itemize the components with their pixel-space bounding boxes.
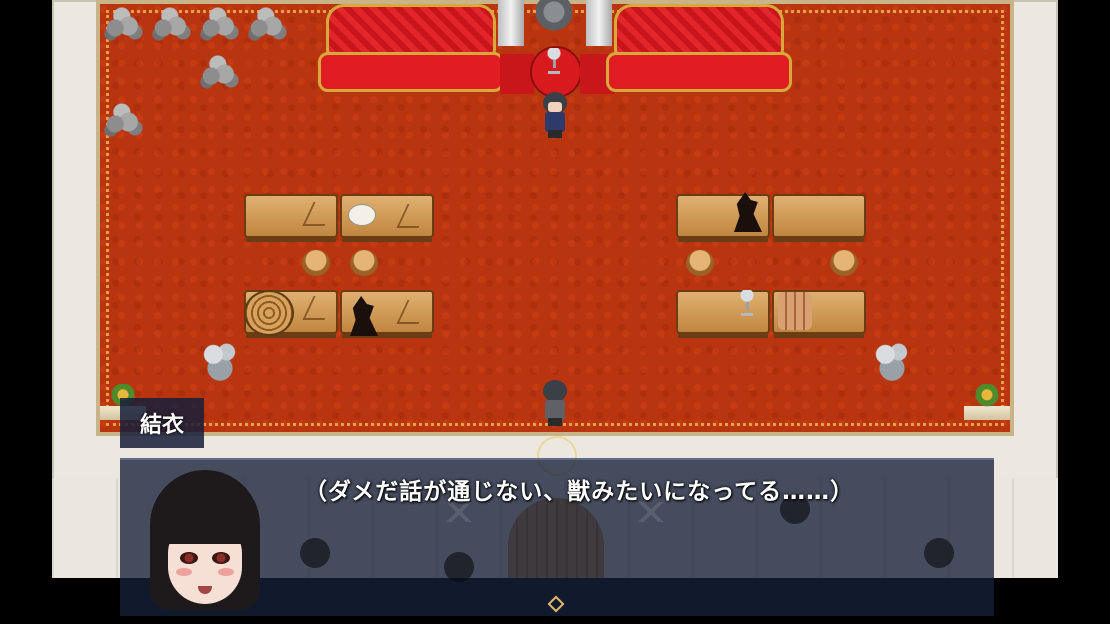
stool: [830, 250, 858, 276]
rock-pile-icon: [150, 2, 194, 42]
wooden-table: [244, 194, 338, 242]
goblet-icon: [740, 290, 754, 316]
wooden-table: [772, 194, 866, 242]
rock-pile-icon: [102, 98, 146, 138]
goblet-icon: [547, 48, 561, 74]
red-sofa-left: [318, 4, 504, 94]
next-page-cursor-icon: [547, 595, 565, 613]
wall-emblem-icon: [444, 552, 474, 582]
stool: [350, 250, 378, 276]
rock-pile-icon: [198, 50, 242, 90]
wall-emblem-icon: [924, 538, 954, 568]
wall-emblem-icon: [300, 538, 330, 568]
rubble-icon: [198, 336, 242, 382]
flower-planter-icon: [964, 384, 1010, 420]
red-runner-left: [500, 54, 534, 94]
teapot-icon: [348, 204, 376, 226]
rock-pile-icon: [246, 2, 290, 42]
wooden-tub-icon: [244, 290, 294, 336]
npc-character[interactable]: [538, 92, 572, 138]
game-scene: （ダメだ話が通じない、獣みたいになってる……） 結衣: [0, 0, 1110, 624]
scrolls-icon: [778, 292, 812, 330]
wooden-table: [676, 290, 770, 338]
stool: [686, 250, 714, 276]
speaker-name-box: 結衣: [120, 398, 204, 448]
dialogue-text: （ダメだ話が通じない、獣みたいになってる……）: [304, 479, 855, 505]
player-character[interactable]: [538, 380, 572, 426]
red-sofa-right: [606, 4, 792, 94]
rock-pile-icon: [102, 2, 146, 42]
rock-pile-icon: [198, 2, 242, 42]
stool: [302, 250, 330, 276]
speaker-name: 結衣: [139, 413, 184, 438]
statue-icon: [536, 0, 572, 40]
door-icon: [508, 498, 604, 578]
yui-portrait-icon: [140, 470, 270, 610]
rubble-icon: [870, 336, 914, 382]
pillar-left: [498, 0, 524, 46]
